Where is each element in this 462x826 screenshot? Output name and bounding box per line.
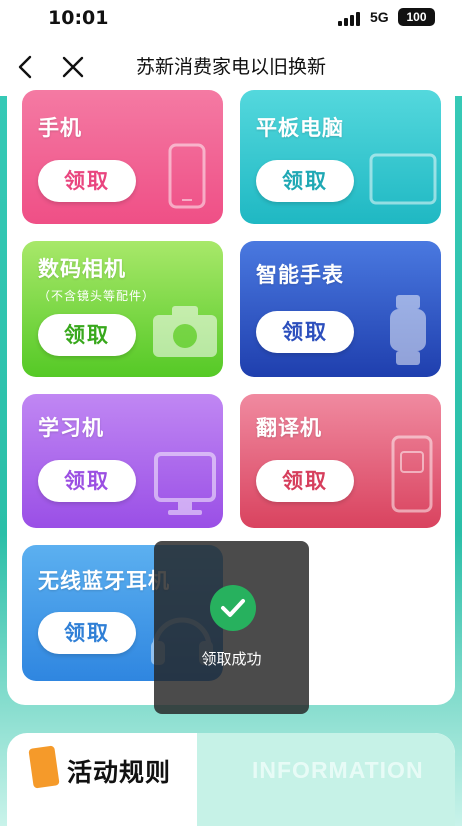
card-title: 数码相机 (38, 257, 126, 281)
close-icon[interactable] (58, 52, 88, 82)
card-tablet: 平板电脑 领取 (240, 90, 441, 224)
rules-subtitle: INFORMATION (252, 757, 424, 783)
claim-button[interactable]: 领取 (38, 160, 136, 202)
book-icon (28, 745, 60, 789)
card-translator: 翻译机 领取 (240, 394, 441, 528)
claim-button[interactable]: 领取 (38, 460, 136, 502)
card-title: 无线蓝牙耳机 (38, 569, 170, 593)
battery-icon: 100 (398, 8, 435, 26)
watch-icon (390, 295, 426, 365)
card-watch: 智能手表 领取 (240, 241, 441, 377)
network-type: 5G (370, 9, 389, 25)
camera-icon (153, 306, 217, 357)
back-icon[interactable] (12, 52, 40, 82)
rules-banner: 活动规则 INFORMATION (7, 733, 455, 826)
card-title: 手机 (38, 116, 82, 140)
toast-message: 领取成功 (201, 650, 262, 668)
card-title: 翻译机 (256, 416, 322, 440)
claim-button[interactable]: 领取 (256, 460, 354, 502)
card-title: 平板电脑 (256, 116, 344, 140)
claim-button[interactable]: 领取 (256, 160, 354, 202)
card-title: 学习机 (38, 416, 104, 440)
card-learning-device: 学习机 领取 (22, 394, 223, 528)
translator-icon (391, 435, 433, 513)
status-bar: 10:01 5G 100 (0, 0, 462, 38)
card-subtitle: （不含镜头等配件） (38, 289, 156, 303)
signal-icon (338, 12, 364, 26)
status-time: 10:01 (48, 7, 109, 29)
card-camera: 数码相机 （不含镜头等配件） 领取 (22, 241, 223, 377)
tablet-icon (369, 153, 437, 205)
claim-button[interactable]: 领取 (256, 311, 354, 353)
claim-button[interactable]: 领取 (38, 314, 136, 356)
card-title: 智能手表 (256, 263, 344, 287)
claim-button[interactable]: 领取 (38, 612, 136, 654)
check-icon (210, 585, 256, 631)
phone-icon (168, 143, 206, 209)
rules-title: 活动规则 (67, 758, 172, 787)
nav-bar: 苏新消费家电以旧换新 (0, 38, 462, 96)
success-toast: 领取成功 (154, 541, 309, 714)
learning-device-icon (154, 452, 216, 515)
card-phone: 手机 领取 (22, 90, 223, 224)
